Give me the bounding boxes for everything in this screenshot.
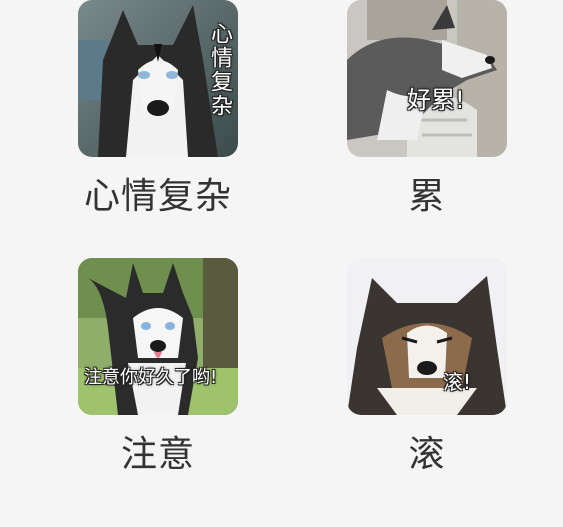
sticker-thumbnail[interactable]: 好累! (347, 0, 507, 157)
sticker-item[interactable]: 滚! 滚 (347, 258, 507, 477)
sticker-overlay-text: 心情复杂 (207, 22, 232, 118)
sticker-caption: 注意 (120, 434, 195, 475)
sticker-caption: 滚 (408, 434, 446, 475)
sticker-caption: 累 (408, 176, 446, 217)
sticker-item[interactable]: 注意你好久了哟! 注意 (78, 258, 238, 477)
sticker-overlay-text: 注意你好久了哟! (84, 367, 218, 388)
sticker-thumbnail[interactable]: 滚! (347, 258, 507, 415)
sticker-overlay-text: 滚! (443, 370, 472, 394)
sticker-item[interactable]: 好累! 累 (347, 0, 507, 219)
husky-photo-icon (347, 0, 507, 157)
sticker-thumbnail[interactable]: 注意你好久了哟! (78, 258, 238, 415)
sticker-thumbnail[interactable]: 心情复杂 (78, 0, 238, 157)
husky-photo-icon (347, 258, 507, 415)
sticker-caption: 心情复杂 (83, 176, 232, 217)
husky-photo-icon (78, 258, 238, 415)
sticker-overlay-text: 好累! (407, 86, 465, 114)
sticker-item[interactable]: 心情复杂 心情复杂 (78, 0, 238, 219)
sticker-grid: 心情复杂 心情复杂 好累! 累 注意你好久了哟! 注意 滚! 滚 (0, 0, 563, 527)
